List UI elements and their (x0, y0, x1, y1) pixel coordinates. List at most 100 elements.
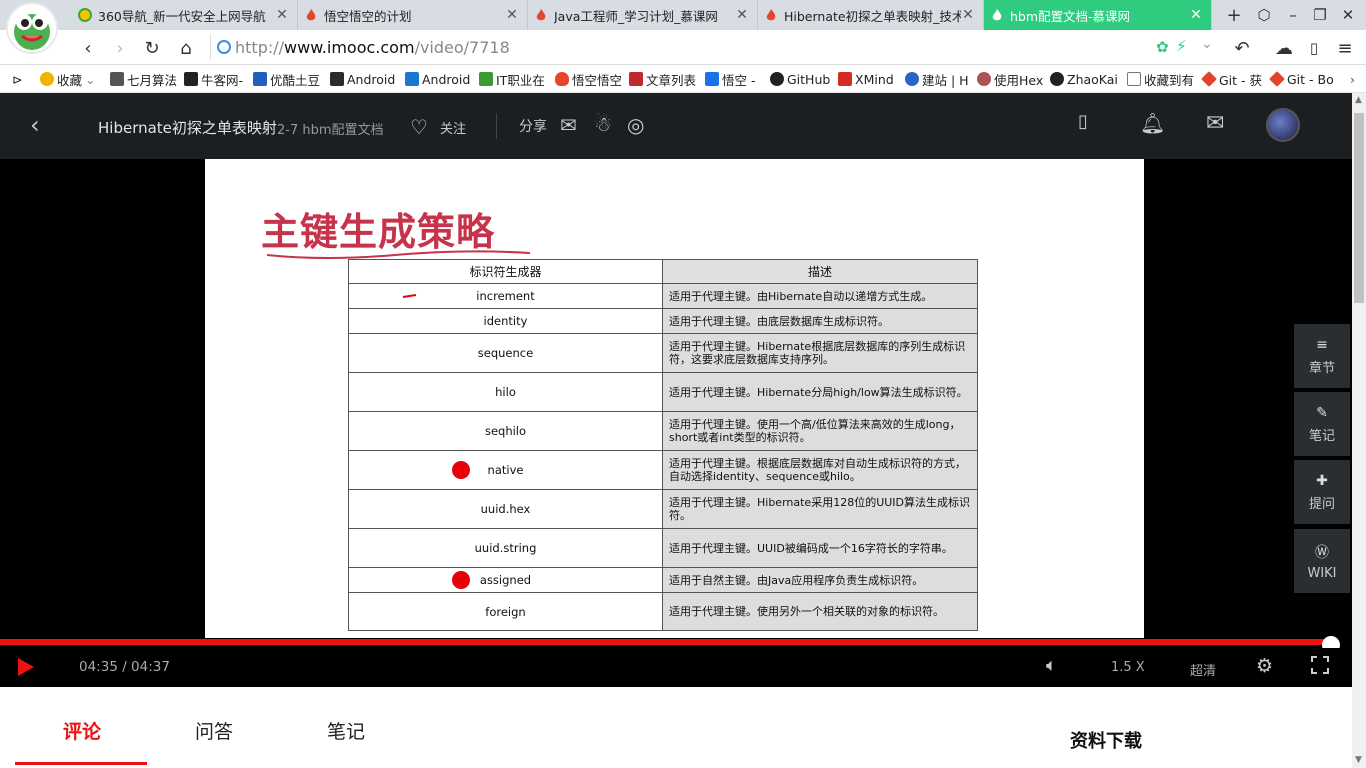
bookmark-favicon-icon (705, 72, 719, 86)
content-tabs-area: 评论 问答 笔记 资料下载 (0, 687, 1352, 768)
bookmarks-overflow-icon[interactable]: › (1350, 70, 1355, 88)
bookmark-item[interactable]: Git - Bo (1269, 70, 1334, 88)
generator-name-cell: uuid.hex (348, 489, 663, 529)
tab-hbm-doc[interactable]: hbm配置文档-慕课网 ✕ (984, 0, 1212, 30)
bookmark-favicon-icon (479, 72, 493, 86)
bookmark-item[interactable]: Android (330, 70, 395, 88)
bookmark-item[interactable]: 悟空 - (705, 70, 755, 88)
page-icon (1127, 72, 1141, 86)
close-icon[interactable]: ✕ (1189, 7, 1203, 23)
bookmark-item[interactable]: 建站 | H (905, 70, 969, 88)
ask-question-button[interactable]: ✚ 提问 (1294, 460, 1350, 524)
generator-name: native (487, 463, 524, 477)
window-close-icon[interactable]: ✕ (1334, 0, 1362, 30)
table-row: increment 适用于代理主键。由Hibernate自动以递增方式生成。 (348, 283, 978, 309)
wiki-button[interactable]: Ⓦ WIKI (1294, 529, 1350, 593)
bookmark-item[interactable]: GitHub (770, 70, 830, 88)
cloud-icon[interactable]: ☁ (1272, 36, 1296, 60)
scrollbar-thumb[interactable] (1354, 113, 1364, 303)
bookmark-item[interactable]: 优酷土豆 (253, 70, 320, 88)
generator-name-cell: uuid.string (348, 528, 663, 568)
generator-name: seqhilo (484, 424, 527, 438)
mail-icon[interactable]: ✉ (1206, 111, 1224, 136)
follow-button[interactable]: ♡ 关注 (410, 115, 466, 139)
bookmark-label: Android (347, 71, 396, 87)
video-player[interactable]: 主键生成策略 标识符生成器 描述 increment 适用于代理主键。由Hiber… (0, 159, 1352, 638)
url-bar[interactable]: http://www.imooc.com/video/7718 ✿ ⚡ ⌄ (210, 34, 1225, 60)
volume-icon[interactable]: 🔈︎ (1046, 655, 1057, 676)
bookmark-label: 建站 | H (922, 72, 969, 88)
home-icon[interactable]: ⌂ (174, 36, 198, 60)
bookmark-item[interactable]: 悟空悟空 (555, 70, 622, 88)
bookmark-item[interactable]: IT职业在 (479, 70, 545, 88)
course-title[interactable]: Hibernate初探之单表映射 (98, 117, 277, 138)
play-icon[interactable] (18, 658, 34, 676)
minimize-icon[interactable]: – (1279, 0, 1307, 30)
tab-wukong-plan[interactable]: 悟空悟空的计划 ✕ (298, 0, 528, 30)
bookmark-label: 收藏 (57, 72, 83, 88)
new-tab-button[interactable]: + (1220, 0, 1248, 30)
generator-name: uuid.string (474, 541, 537, 555)
browser-avatar[interactable] (6, 2, 58, 54)
close-icon[interactable]: ✕ (505, 7, 519, 23)
generator-name-cell: sequence (348, 333, 663, 373)
bookmark-item[interactable]: ZhaoKai (1050, 70, 1118, 88)
bookmark-item[interactable]: XMind (838, 70, 894, 88)
wechat-icon[interactable]: ✉ (560, 113, 577, 137)
browser-tab-strip: 360导航_新一代安全上网导航 ✕ 悟空悟空的计划 ✕ Java工程师_学习计划… (0, 0, 1366, 54)
bookmark-item[interactable]: 使用Hex (977, 70, 1043, 88)
undo-icon[interactable]: ↶ (1230, 36, 1254, 60)
menu-icon[interactable]: ≡ (1333, 36, 1357, 60)
close-icon[interactable]: ✕ (735, 7, 749, 23)
tab-notes[interactable]: 笔记 (327, 717, 365, 744)
share-label: 分享 (519, 119, 547, 135)
close-icon[interactable]: ✕ (275, 7, 289, 23)
tab-label: hbm配置文档-慕课网 (1010, 8, 1131, 24)
tab-hibernate[interactable]: Hibernate初探之单表映射_技术 ✕ (758, 0, 984, 30)
bookmark-item[interactable]: Android (405, 70, 470, 88)
chapters-button[interactable]: ≡ 章节 (1294, 324, 1350, 388)
speed-button[interactable]: 1.5 X (1111, 660, 1145, 675)
side-label: 章节 (1308, 360, 1335, 376)
generator-name-cell: hilo (348, 372, 663, 412)
bookmark-item[interactable]: 文章列表 (629, 70, 696, 88)
close-icon[interactable]: ✕ (961, 7, 975, 23)
bookmark-item[interactable]: 收藏到有 (1127, 70, 1194, 88)
scroll-down-icon[interactable]: ▼ (1355, 755, 1362, 765)
bookmark-item[interactable]: 七月算法 (110, 70, 177, 88)
table-row: hilo 适用于代理主键。Hibernate分局high/low算法生成标识符。 (348, 372, 978, 412)
tab-java-plan[interactable]: Java工程师_学习计划_慕课网 ✕ (528, 0, 758, 30)
forward-icon[interactable]: › (108, 36, 132, 60)
security-icon[interactable]: ✿ (1156, 38, 1169, 56)
reader-icon[interactable]: ▯ (1302, 36, 1326, 60)
bookmark-item[interactable]: Git - 获 (1201, 70, 1262, 88)
user-avatar[interactable] (1266, 108, 1300, 142)
maximize-icon[interactable]: ❐ (1306, 0, 1334, 30)
weibo-icon[interactable]: ◎ (627, 113, 644, 137)
notes-button[interactable]: ✎ 笔记 (1294, 392, 1350, 456)
fullscreen-icon[interactable] (1311, 656, 1329, 674)
lightning-icon[interactable]: ⚡ (1176, 37, 1187, 55)
bell-icon[interactable]: 🔔︎ (1140, 111, 1165, 135)
tab-360-nav[interactable]: 360导航_新一代安全上网导航 ✕ (72, 0, 298, 30)
back-icon[interactable]: ‹ (76, 36, 100, 60)
bookmark-item[interactable]: 牛客网- (184, 70, 243, 88)
url-dropdown-icon[interactable]: ⌄ (1201, 36, 1213, 52)
table-row: identity 适用于代理主键。由底层数据库生成标识符。 (348, 308, 978, 334)
sidebar-toggle-icon[interactable]: ⊳ (12, 70, 22, 88)
reload-icon[interactable]: ↻ (140, 36, 164, 60)
mobile-icon[interactable]: ▯ (1078, 111, 1088, 132)
quality-button[interactable]: 超清 (1190, 660, 1216, 679)
scroll-up-icon[interactable]: ▲ (1355, 95, 1362, 105)
back-arrow-icon[interactable]: ‹ (30, 111, 40, 139)
page-scrollbar[interactable]: ▲ ▼ (1352, 93, 1366, 768)
settings-icon[interactable]: ⚙ (1256, 655, 1273, 677)
qq-icon[interactable]: ☃ (594, 112, 612, 136)
tab-qa[interactable]: 问答 (195, 717, 233, 744)
progress-bar[interactable] (0, 636, 1352, 654)
restore-tab-icon[interactable]: ⬡ (1250, 0, 1278, 30)
header-divider (496, 113, 497, 139)
bookmark-favorites[interactable]: 收藏 ⌄ (40, 70, 96, 88)
bookmark-favicon-icon (184, 72, 198, 86)
tab-comments[interactable]: 评论 (63, 717, 101, 744)
